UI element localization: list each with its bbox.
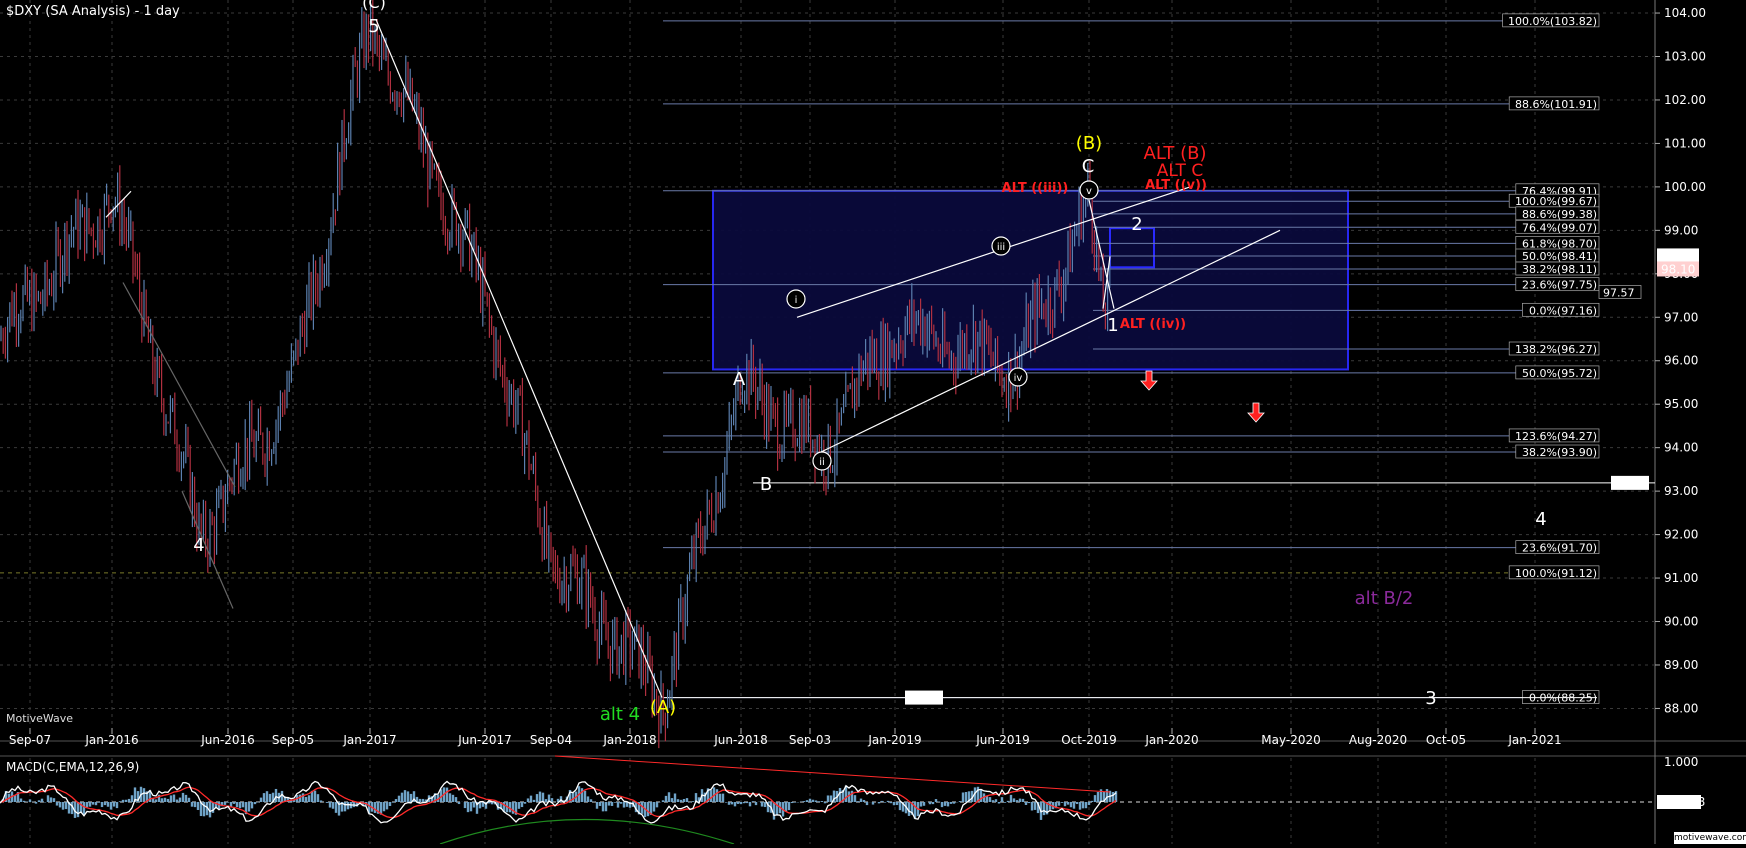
y-tick-label: 101.00 <box>1664 136 1706 150</box>
price-tag-label: 98.40 <box>1661 249 1695 263</box>
fib-label: 50.0%(95.72) <box>1522 367 1597 380</box>
y-tick-label: 102.00 <box>1664 93 1706 107</box>
wave-label-1: 1 <box>1107 315 1118 336</box>
fib-label: 88.6%(101.91) <box>1515 98 1597 111</box>
fib-label: 50.0%(98.41) <box>1522 250 1597 263</box>
y-tick-label: 103.00 <box>1664 50 1706 64</box>
brand-label: MotiveWave <box>6 712 74 725</box>
chart-canvas[interactable]: 104.00103.00102.00101.00100.0099.0098.00… <box>0 0 1746 845</box>
x-tick-label: Jan-2016 <box>84 733 138 747</box>
macd-axis-label: 1.000 <box>1664 755 1698 769</box>
y-tick-label: 104.00 <box>1664 6 1706 20</box>
y-tick-label: 94.00 <box>1664 441 1698 455</box>
x-tick-label: Jun-2017 <box>457 733 512 747</box>
wave-label-2: 2 <box>1131 214 1142 235</box>
fib-label: 100.0%(103.82) <box>1508 15 1597 28</box>
wave-label-alt-4: alt 4 <box>600 704 640 725</box>
wave-label-B-major: (B) <box>1076 133 1102 154</box>
wave-label-C-major: (C) <box>362 0 386 12</box>
x-tick-label: Sep-07 <box>9 733 51 747</box>
x-tick-label: Jun-2019 <box>975 733 1030 747</box>
wave-label-C: C <box>1082 156 1095 177</box>
x-tick-label: Jan-2017 <box>342 733 396 747</box>
x-tick-label: Aug-2020 <box>1349 733 1407 747</box>
wave-label-v: v <box>1086 186 1092 197</box>
x-tick-label: Oct-05 <box>1426 733 1466 747</box>
wave-label-4: 4 <box>193 535 204 556</box>
chart-title: $DXY (SA Analysis) - 1 day <box>6 4 180 19</box>
fib-label: 23.6%(91.70) <box>1522 542 1597 555</box>
y-tick-label: 96.00 <box>1664 354 1698 368</box>
y-tick-label: 92.00 <box>1664 528 1698 542</box>
fib-label: 38.2%(98.11) <box>1522 263 1597 276</box>
wave-label-alt-iv: ALT ((iv)) <box>1120 317 1186 332</box>
level-tag-label: 93.19 <box>1615 477 1647 490</box>
fib-label: 138.2%(96.27) <box>1515 343 1597 356</box>
x-tick-label: Sep-03 <box>789 733 831 747</box>
wave-label-B: B <box>760 474 772 495</box>
x-tick-label: May-2020 <box>1261 733 1320 747</box>
y-tick-label: 88.00 <box>1664 701 1698 715</box>
wave-label-alt-B2: alt B/2 <box>1355 588 1414 609</box>
y-tick-label: 97.00 <box>1664 310 1698 324</box>
x-tick-label: Jun-2016 <box>200 733 255 747</box>
wave-label-iii: iii <box>997 242 1005 253</box>
wave-label-4-future: 4 <box>1535 509 1546 530</box>
wave-label-3-future: 3 <box>1425 688 1436 709</box>
wave-label-alt-v: ALT ((v)) <box>1145 178 1207 193</box>
macd-value-label: -0.1028 <box>1659 795 1705 809</box>
wave-label-A-major: (A) <box>650 697 676 718</box>
price-chart[interactable]: 104.00103.00102.00101.00100.0099.0098.00… <box>0 0 1746 845</box>
wave-label-i: i <box>795 295 798 306</box>
fib-label: 23.6%(97.75) <box>1522 279 1597 292</box>
fib-label: 100.0%(91.12) <box>1515 567 1597 580</box>
fib-label: 0.0%(97.16) <box>1529 304 1597 317</box>
fib-label: 123.6%(94.27) <box>1515 430 1597 443</box>
macd-title: MACD(C,EMA,12,26,9) <box>6 760 140 774</box>
x-tick-label: Sep-05 <box>272 733 314 747</box>
x-tick-label: Jan-2021 <box>1507 733 1561 747</box>
fib-label: 76.4%(99.07) <box>1522 221 1597 234</box>
y-tick-label: 89.00 <box>1664 658 1698 672</box>
x-tick-label: Sep-04 <box>530 733 572 747</box>
wave-label-alt-iii: ALT ((iii)) <box>1002 181 1069 196</box>
y-tick-label: 93.00 <box>1664 484 1698 498</box>
x-tick-label: Jan-2020 <box>1144 733 1198 747</box>
wave-label-A: A <box>733 369 746 390</box>
background <box>0 0 1746 844</box>
fib-label: 61.8%(98.70) <box>1522 237 1597 250</box>
wave-label-iv: iv <box>1014 373 1023 384</box>
y-tick-label: 95.00 <box>1664 397 1698 411</box>
level-tag-label: 88.25 <box>909 692 941 705</box>
price-tag-label: 97.57 <box>1603 287 1635 300</box>
wave-label-ii: ii <box>819 457 825 468</box>
wave-label-5: 5 <box>368 16 379 37</box>
x-tick-label: Oct-2019 <box>1061 733 1117 747</box>
x-tick-label: Jan-2019 <box>867 733 921 747</box>
fib-label: 38.2%(93.90) <box>1522 446 1597 459</box>
fib-label: 88.6%(99.38) <box>1522 208 1597 221</box>
x-tick-label: Jan-2018 <box>602 733 656 747</box>
y-tick-label: 99.00 <box>1664 223 1698 237</box>
y-tick-label: 100.00 <box>1664 180 1706 194</box>
fib-label: 100.0%(99.67) <box>1515 195 1597 208</box>
price-tag-label: 98.10 <box>1661 262 1695 276</box>
motivewave-logo: motivewave.com <box>1674 832 1746 844</box>
x-tick-label: Jun-2018 <box>713 733 768 747</box>
y-tick-label: 90.00 <box>1664 615 1698 629</box>
y-tick-label: 91.00 <box>1664 571 1698 585</box>
